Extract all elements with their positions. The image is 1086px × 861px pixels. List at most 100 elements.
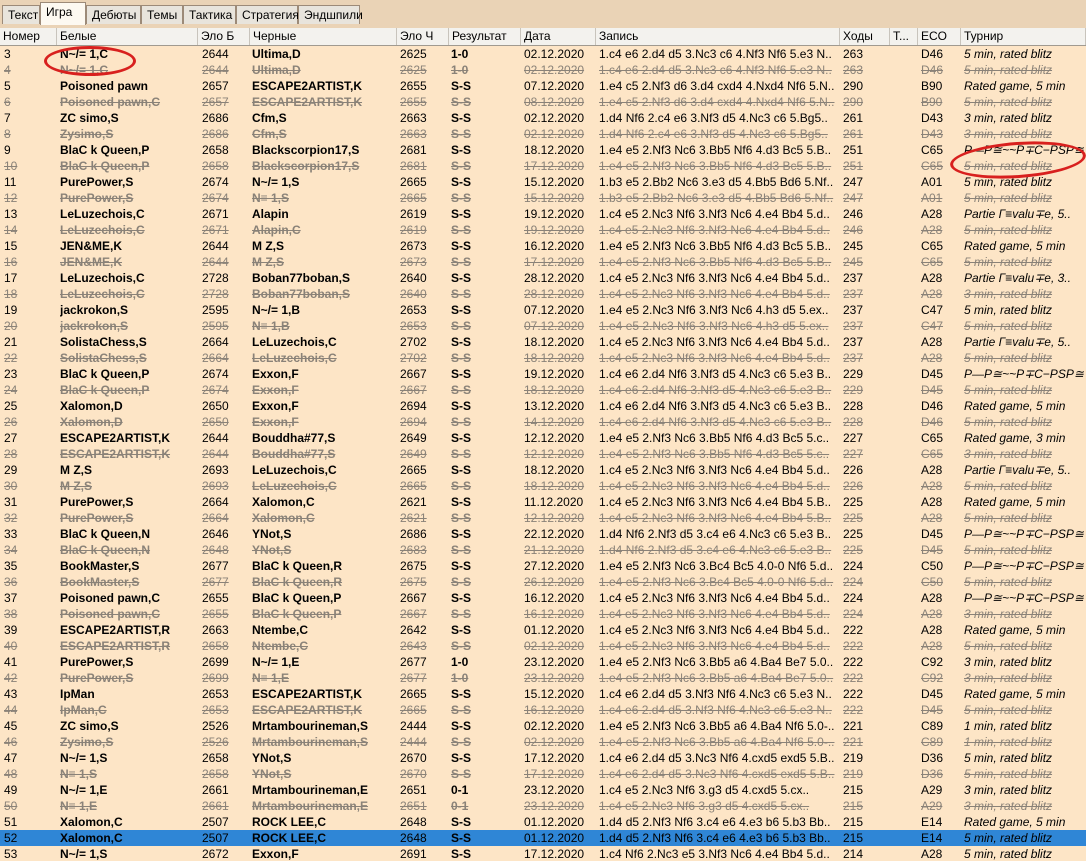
table-row[interactable]: 38 Poisoned pawn,C 2655 BlaC k Queen,P 2667 S…	[0, 606, 1086, 622]
table-row[interactable]: 43 IpMan 2653 ESCAPE2ARTIST,K 2665 S-S 15.12.2…	[0, 686, 1086, 702]
table-row[interactable]: 15 JEN&ME,K 2644 M Z,S 2673 S-S 16.12.2020 1.e4…	[0, 238, 1086, 254]
table-row[interactable]: 11 PurePower,S 2674 N~/= 1,S 2665 S-S 15.12.20…	[0, 174, 1086, 190]
table-row[interactable]: 46 Zysimo,S 2526 Mrtambourineman,S 2444 S-S 02…	[0, 734, 1086, 750]
black-elo: 2648	[400, 831, 427, 845]
table-row[interactable]: 13 LeLuzechois,C 2671 Alapin 2619 S-S 19.12.20…	[0, 206, 1086, 222]
result: S-S	[451, 303, 472, 317]
table-row[interactable]: 44 IpMan,C 2653 ESCAPE2ARTIST,K 2665 S-S 16.12…	[0, 702, 1086, 718]
table-row[interactable]: 49 N~/= 1,E 2661 Mrtambourineman,E 2651 0-1 23…	[0, 782, 1086, 798]
game-number: 9	[4, 143, 11, 157]
table-row[interactable]: 27 ESCAPE2ARTIST,K 2644 Bouddha#77,S 2649 S-S…	[0, 430, 1086, 446]
column-header-elo-black[interactable]: Эло Ч	[397, 28, 449, 45]
game-number: 36	[4, 575, 18, 589]
table-row[interactable]: 3 N~/= 1,C 2644 Ultima,D 2625 1-0 02.12.2020 1.…	[0, 46, 1086, 62]
white-player: ESCAPE2ARTIST,R	[60, 623, 171, 637]
column-header-eco[interactable]: ECO	[918, 28, 961, 45]
column-header-result[interactable]: Результат	[449, 28, 521, 45]
black-elo: 2675	[400, 575, 427, 589]
t-value	[892, 830, 916, 846]
table-row[interactable]: 21 SolistaChess,S 2664 LeLuzechois,C 2702 S-S…	[0, 334, 1086, 350]
table-row[interactable]: 24 BlaC k Queen,P 2674 Exxon,F 2667 S-S 18.12.…	[0, 382, 1086, 398]
table-row[interactable]: 50 N≡ 1,E 2661 Mrtambourineman,E 2651 0-1 23.1…	[0, 798, 1086, 814]
table-row[interactable]: 33 BlaC k Queen,N 2646 YNot,S 2686 S-S 22.12.2…	[0, 526, 1086, 542]
tab-2[interactable]: Дебюты	[86, 5, 141, 24]
tab-0[interactable]: Текст	[2, 5, 40, 24]
column-header-t[interactable]: Т...	[890, 28, 918, 45]
table-row[interactable]: 26 Xalomon,D 2650 Exxon,F 2694 S-S 14.12.2020 1…	[0, 414, 1086, 430]
table-row[interactable]: 7 ZC simo,S 2686 Cfm,S 2663 S-S 02.12.2020 1.d4…	[0, 110, 1086, 126]
white-player: Xalomon,D	[60, 415, 123, 429]
table-row[interactable]: 48 N≡ 1,S 2658 YNot,S 2670 S-S 17.12.2020 1.c4 …	[0, 766, 1086, 782]
tab-5[interactable]: Стратегия	[236, 5, 299, 24]
eco-code: D43	[921, 127, 944, 141]
column-header-tournament[interactable]: Турнир	[961, 28, 1086, 45]
tab-4[interactable]: Тактика	[183, 5, 236, 24]
table-row[interactable]: 23 BlaC k Queen,P 2674 Exxon,F 2667 S-S 19.12.…	[0, 366, 1086, 382]
table-row[interactable]: 22 SolistaChess,S 2664 LeLuzechois,C 2702 S-S…	[0, 350, 1086, 366]
table-row[interactable]: 32 PurePower,S 2664 Xalomon,C 2621 S-S 12.12.2…	[0, 510, 1086, 526]
black-elo: 2665	[400, 175, 427, 189]
move-count: 226	[843, 479, 864, 493]
table-row[interactable]: 41 PurePower,S 2699 N~/= 1,E 2677 1-0 23.12.20…	[0, 654, 1086, 670]
table-row[interactable]: 8 Zysimo,S 2686 Cfm,S 2663 S-S 02.12.2020 1.d4 …	[0, 126, 1086, 142]
game-date: 12.12.2020	[524, 431, 585, 445]
table-row[interactable]: 28 ESCAPE2ARTIST,K 2644 Bouddha#77,S 2649 S-S…	[0, 446, 1086, 462]
tab-6[interactable]: Эндшпили	[298, 5, 363, 24]
eco-code: D46	[921, 399, 944, 413]
table-row[interactable]: 35 BookMaster,S 2677 BlaC k Queen,R 2675 S-S 2…	[0, 558, 1086, 574]
table-row[interactable]: 17 LeLuzechois,C 2728 Boban77boban,S 2640 S-S…	[0, 270, 1086, 286]
table-row[interactable]: 34 BlaC k Queen,N 2648 YNot,S 2683 S-S 21.12.2…	[0, 542, 1086, 558]
move-count: 215	[843, 799, 864, 813]
table-row[interactable]: 25 Xalomon,D 2650 Exxon,F 2694 S-S 13.12.2020 1…	[0, 398, 1086, 414]
table-row[interactable]: 37 Poisoned pawn,C 2655 BlaC k Queen,P 2667 S…	[0, 590, 1086, 606]
result: S-S	[451, 495, 472, 509]
column-header-move-count[interactable]: Ходы	[840, 28, 890, 45]
table-row[interactable]: 10 BlaC k Queen,P 2658 Blackscorpion17,S 268…	[0, 158, 1086, 174]
table-row[interactable]: 53 N~/= 1,S 2672 Exxon,F 2691 S-S 17.12.2020 1.…	[0, 846, 1086, 861]
table-row[interactable]: 51 Xalomon,C 2507 ROCK LEE,C 2648 S-S 01.12.20…	[0, 814, 1086, 830]
result: S-S	[451, 719, 472, 733]
table-row[interactable]: 18 LeLuzechois,C 2728 Boban77boban,S 2640 S-S…	[0, 286, 1086, 302]
black-elo: 2642	[400, 623, 427, 637]
table-row[interactable]: 20 jackrokon,S 2595 N≡ 1,B 2653 S-S 07.12.2020…	[0, 318, 1086, 334]
black-elo: 2444	[400, 735, 427, 749]
t-value	[892, 350, 916, 366]
table-row[interactable]: 45 ZC simo,S 2526 Mrtambourineman,S 2444 S-S 0…	[0, 718, 1086, 734]
column-header-date[interactable]: Дата	[521, 28, 596, 45]
table-row[interactable]: 12 PurePower,S 2674 N≡ 1,S 2665 S-S 15.12.2020…	[0, 190, 1086, 206]
table-row[interactable]: 5 Poisoned pawn 2657 ESCAPE2ARTIST,K 2655 S-S…	[0, 78, 1086, 94]
game-date: 02.12.2020	[524, 639, 585, 653]
column-header-elo-white[interactable]: Эло Б	[198, 28, 250, 45]
table-row[interactable]: 6 Poisoned pawn,C 2657 ESCAPE2ARTIST,K 2655 S…	[0, 94, 1086, 110]
table-row[interactable]: 36 BookMaster,S 2677 BlaC k Queen,R 2675 S-S 2…	[0, 574, 1086, 590]
eco-code: C89	[921, 735, 944, 749]
game-number: 6	[4, 95, 11, 109]
black-elo: 2673	[400, 255, 427, 269]
tournament-name: 5 min, rated blitz	[964, 831, 1053, 845]
game-date: 17.12.2020	[524, 255, 585, 269]
table-row[interactable]: 40 ESCAPE2ARTIST,R 2658 Ntembe,C 2643 S-S 02.1…	[0, 638, 1086, 654]
column-header-num[interactable]: Номер	[0, 28, 57, 45]
table-row[interactable]: 16 JEN&ME,K 2644 M Z,S 2673 S-S 17.12.2020 1.e4…	[0, 254, 1086, 270]
column-header-black[interactable]: Черные	[250, 28, 397, 45]
tab-1[interactable]: Игра	[40, 2, 86, 25]
table-row[interactable]: 31 PurePower,S 2664 Xalomon,C 2621 S-S 11.12.2…	[0, 494, 1086, 510]
table-row[interactable]: 39 ESCAPE2ARTIST,R 2663 Ntembe,C 2642 S-S 01.1…	[0, 622, 1086, 638]
table-row[interactable]: 47 N~/= 1,S 2658 YNot,S 2670 S-S 17.12.2020 1.c…	[0, 750, 1086, 766]
table-row[interactable]: 19 jackrokon,S 2595 N~/= 1,B 2653 S-S 07.12.20…	[0, 302, 1086, 318]
table-row[interactable]: 4 N~/= 1,C 2644 Ultima,D 2625 1-0 02.12.2020 1.…	[0, 62, 1086, 78]
table-row[interactable]: 9 BlaC k Queen,P 2658 Blackscorpion17,S 2681…	[0, 142, 1086, 158]
column-header-white[interactable]: Белые	[57, 28, 198, 45]
table-row[interactable]: 42 PurePower,S 2699 N≡ 1,E 2677 1-0 23.12.2020…	[0, 670, 1086, 686]
table-row[interactable]: 29 M Z,S 2693 LeLuzechois,C 2665 S-S 18.12.202…	[0, 462, 1086, 478]
tournament-name: 3 min, rated blitz	[964, 447, 1053, 461]
table-row[interactable]: 52 Xalomon,C 2507 ROCK LEE,C 2648 S-S 01.12.20…	[0, 830, 1086, 846]
column-header-moves[interactable]: Запись	[596, 28, 840, 45]
table-row[interactable]: 30 M Z,S 2693 LeLuzechois,C 2665 S-S 18.12.202…	[0, 478, 1086, 494]
white-player: Xalomon,D	[60, 399, 123, 413]
game-date: 13.12.2020	[524, 399, 585, 413]
table-row[interactable]: 14 LeLuzechois,C 2671 Alapin,C 2619 S-S 19.12.…	[0, 222, 1086, 238]
tab-3[interactable]: Темы	[141, 5, 183, 24]
t-value	[892, 62, 916, 78]
moves-notation: 1.e4 e5 2.Nf3 Nc6 3.Bb5 Nf6 4.d3 Bc5 5.B…	[599, 159, 832, 173]
